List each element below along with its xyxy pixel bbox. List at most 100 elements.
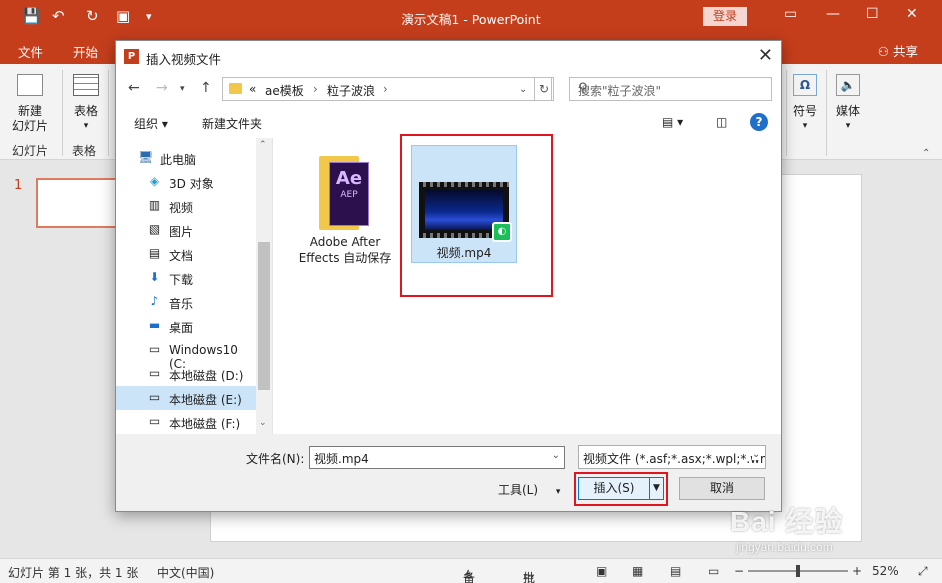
- nav-item-drive-c[interactable]: ▭ Windows10 (C:: [116, 338, 256, 372]
- view-options-icon[interactable]: ▤ ▾: [662, 115, 683, 129]
- zoom-in-icon[interactable]: +: [852, 564, 862, 578]
- new-folder-button[interactable]: 新建文件夹: [202, 115, 262, 132]
- group-divider: [108, 70, 109, 156]
- symbol-label: 符号: [792, 104, 817, 118]
- video-folder-icon: ▥: [148, 198, 161, 212]
- slide-thumbnail[interactable]: [36, 178, 126, 228]
- up-icon[interactable]: ↑: [200, 80, 212, 96]
- new-slide-icon: [17, 74, 43, 96]
- nav-item-documents[interactable]: ▤ 文档: [116, 242, 256, 266]
- group-divider: [786, 70, 787, 156]
- path-prefix: «: [249, 82, 257, 96]
- file-name-line2: Effects 自动保存: [298, 251, 392, 265]
- breadcrumb-ae-templates[interactable]: ae模板: [265, 82, 304, 99]
- tools-label: 工具(L): [498, 483, 539, 497]
- file-item-ae-folder[interactable]: Ae AEP Adobe After Effects 自动保存: [290, 152, 400, 266]
- back-icon[interactable]: ←: [128, 80, 140, 96]
- filetype-select[interactable]: 视频文件 (*.asf;*.asx;*.wpl;*.wm: [578, 445, 766, 469]
- nav-item-this-pc[interactable]: 🖥 此电脑: [116, 146, 256, 170]
- scroll-up-icon[interactable]: ⌃: [259, 140, 267, 150]
- nav-item-3d-objects[interactable]: ◈ 3D 对象: [116, 170, 256, 194]
- maximize-icon[interactable]: ☐: [866, 6, 879, 22]
- filename-input[interactable]: 视频.mp4 ⌄: [309, 446, 565, 469]
- normal-view-icon[interactable]: ▣: [596, 564, 607, 578]
- preview-pane-icon[interactable]: ◫: [716, 115, 727, 129]
- symbol-button[interactable]: Ω 符号 ▾: [790, 74, 820, 134]
- scroll-down-icon[interactable]: ⌄: [259, 418, 267, 428]
- cancel-button[interactable]: 取消: [679, 477, 765, 500]
- new-slide-button[interactable]: 新建 幻灯片: [6, 74, 54, 134]
- nav-item-label: 音乐: [169, 297, 194, 311]
- slideshow-icon[interactable]: ▭: [708, 564, 719, 578]
- nav-item-drive-d[interactable]: ▭ 本地磁盘 (D:): [116, 362, 256, 386]
- ae-folder-icon: Ae AEP: [319, 152, 371, 232]
- reading-view-icon[interactable]: ▤: [670, 564, 681, 578]
- nav-item-videos[interactable]: ▥ 视频: [116, 194, 256, 218]
- nav-item-label: 下载: [169, 273, 194, 287]
- filename-dropdown-icon[interactable]: ⌄: [552, 450, 560, 461]
- search-input[interactable]: 搜索"粒子波浪" ⚲: [569, 77, 772, 101]
- speaker-icon: 🔈: [836, 74, 860, 96]
- address-bar[interactable]: « ae模板 › 粒子波浪 › ⌄: [222, 77, 552, 101]
- comments-label: 批注: [523, 571, 536, 583]
- nav-item-pictures[interactable]: ▧ 图片: [116, 218, 256, 242]
- zoom-out-icon[interactable]: −: [734, 564, 744, 578]
- table-button[interactable]: 表格 ▾: [68, 74, 104, 134]
- share-button[interactable]: ⚇ 共享: [878, 41, 918, 60]
- highlight-box-video: [400, 134, 553, 297]
- zoom-slider-thumb[interactable]: [796, 565, 800, 577]
- dialog-close-icon[interactable]: ✕: [758, 45, 773, 66]
- tools-dropdown-icon: ▾: [555, 487, 561, 497]
- tab-file[interactable]: 文件: [18, 42, 43, 61]
- nav-item-desktop[interactable]: ▬ 桌面: [116, 314, 256, 338]
- minimize-icon[interactable]: —: [826, 6, 840, 22]
- recent-locations-icon[interactable]: ▾: [180, 84, 185, 94]
- tools-button[interactable]: 工具(L) ▾: [498, 481, 560, 498]
- forward-icon[interactable]: →: [156, 80, 168, 96]
- nav-item-label: 本地磁盘 (D:): [169, 369, 244, 383]
- ae-badge: Ae: [335, 168, 363, 189]
- nav-item-label: 此电脑: [160, 153, 197, 167]
- nav-item-downloads[interactable]: ⬇ 下载: [116, 266, 256, 290]
- nav-item-label: 图片: [169, 225, 194, 239]
- breadcrumb-particle-wave[interactable]: 粒子波浪: [327, 82, 375, 99]
- nav-item-label: 3D 对象: [169, 177, 214, 191]
- fit-slide-icon[interactable]: ⤢: [918, 564, 928, 579]
- powerpoint-icon: P: [124, 49, 139, 64]
- refresh-icon[interactable]: ↻: [534, 77, 554, 101]
- ribbon-display-icon[interactable]: ▭: [784, 6, 797, 22]
- slide-sorter-icon[interactable]: ▦: [632, 564, 643, 578]
- drive-icon: ▭: [148, 342, 161, 356]
- search-icon: ⚲: [578, 81, 588, 96]
- omega-icon: Ω: [793, 74, 817, 96]
- table-dropdown-icon: ▾: [83, 121, 89, 131]
- login-button[interactable]: 登录: [703, 7, 747, 26]
- language[interactable]: 中文(中国): [157, 564, 214, 581]
- window-title: 演示文稿1 - PowerPoint: [401, 12, 541, 27]
- nav-scrollbar-thumb[interactable]: [258, 242, 270, 390]
- media-label: 媒体: [835, 104, 860, 118]
- organize-button[interactable]: 组织 ▾: [134, 115, 168, 132]
- tab-home[interactable]: 开始: [73, 42, 98, 61]
- share-label: 共享: [892, 44, 918, 59]
- help-icon[interactable]: ?: [750, 113, 768, 131]
- filename-label: 文件名(N):: [246, 452, 305, 466]
- breadcrumb-chevron-icon: ›: [383, 82, 388, 96]
- zoom-level[interactable]: 52%: [872, 564, 899, 578]
- breadcrumb-chevron-icon: ›: [313, 82, 318, 96]
- media-button[interactable]: 🔈 媒体 ▾: [832, 74, 864, 134]
- nav-item-label: 本地磁盘 (E:): [169, 393, 242, 407]
- symbol-dropdown-icon: ▾: [802, 121, 808, 131]
- drive-icon: ▭: [148, 414, 161, 428]
- nav-item-music[interactable]: ♪ 音乐: [116, 290, 256, 314]
- collapse-ribbon-icon[interactable]: ⌃: [922, 148, 930, 159]
- nav-item-drive-f[interactable]: ▭ 本地磁盘 (F:): [116, 410, 256, 434]
- close-window-icon[interactable]: ✕: [906, 6, 918, 22]
- address-row: ← → ▾ ↑ « ae模板 › 粒子波浪 › ⌄ ↻ 搜索"粒子波浪" ⚲: [116, 73, 781, 105]
- address-dropdown-icon[interactable]: ⌄: [519, 84, 527, 95]
- tables-group-label: 表格: [72, 144, 97, 158]
- filetype-value: 视频文件 (*.asf;*.asx;*.wpl;*.wm: [583, 452, 766, 466]
- nav-item-drive-e[interactable]: ▭ 本地磁盘 (E:): [116, 386, 256, 410]
- filetype-dropdown-icon[interactable]: ⌄: [752, 449, 761, 460]
- table-label: 表格: [73, 104, 98, 118]
